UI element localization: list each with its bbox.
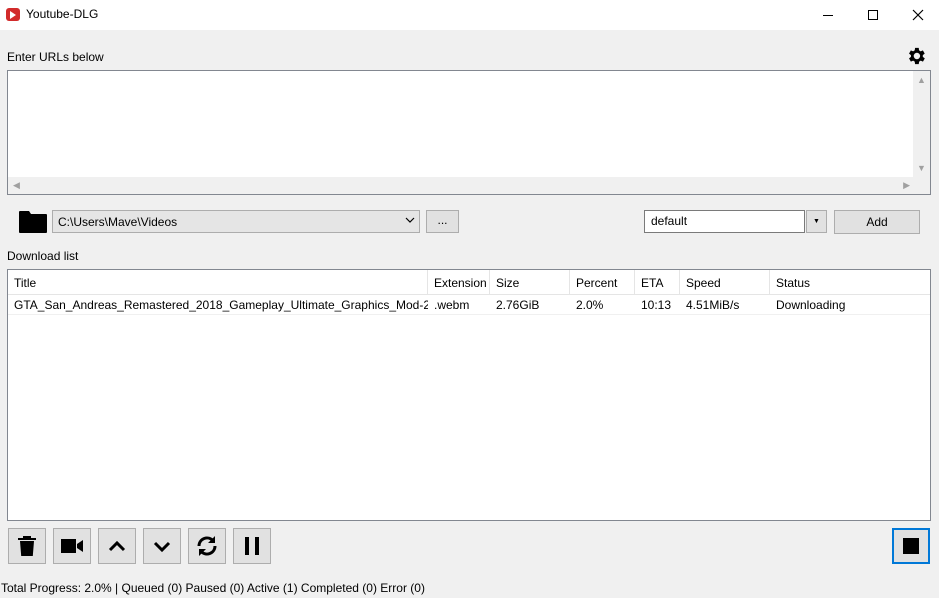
scroll-down-icon[interactable]: ▼ <box>917 163 926 173</box>
scroll-left-icon[interactable]: ◀ <box>13 180 20 191</box>
close-button[interactable] <box>895 0 939 30</box>
column-header-size[interactable]: Size <box>490 270 570 295</box>
move-up-button[interactable] <box>98 528 136 564</box>
horizontal-scrollbar[interactable]: ◀ ▶ <box>8 177 915 194</box>
browse-button[interactable]: ... <box>426 210 459 233</box>
maximize-button[interactable] <box>850 0 896 30</box>
title-bar: Youtube-DLG <box>0 0 939 30</box>
vertical-scrollbar[interactable]: ▲ ▼ <box>913 71 930 177</box>
scroll-up-icon[interactable]: ▲ <box>917 75 926 85</box>
maximize-icon <box>868 10 878 20</box>
urls-label: Enter URLs below <box>7 50 104 64</box>
chevron-down-icon <box>405 217 415 223</box>
column-header-eta[interactable]: ETA <box>635 270 680 295</box>
format-dropdown-button[interactable]: ▼ <box>806 210 827 233</box>
format-combobox[interactable]: default <box>644 210 805 233</box>
trash-icon <box>18 536 36 556</box>
minimize-button[interactable] <box>805 0 851 30</box>
save-path-value: C:\Users\Mave\Videos <box>58 215 178 229</box>
column-header-extension[interactable]: Extension <box>428 270 490 295</box>
list-header: Title Extension Size Percent ETA Speed S… <box>8 270 930 295</box>
pause-button[interactable] <box>233 528 271 564</box>
pause-icon <box>245 537 259 555</box>
arrow-down-icon <box>153 541 171 553</box>
delete-button[interactable] <box>8 528 46 564</box>
reload-icon <box>197 536 217 556</box>
column-header-status[interactable]: Status <box>770 270 930 295</box>
arrow-up-icon <box>108 540 126 552</box>
play-video-button[interactable] <box>53 528 91 564</box>
status-bar: Total Progress: 2.0% | Queued (0) Paused… <box>0 577 939 598</box>
minimize-icon <box>823 14 833 16</box>
close-icon <box>912 9 924 21</box>
save-path-dropdown[interactable]: C:\Users\Mave\Videos <box>52 210 420 233</box>
urls-text <box>8 71 930 79</box>
urls-textarea[interactable]: ▲ ▼ ◀ ▶ <box>7 70 931 195</box>
column-header-speed[interactable]: Speed <box>680 270 770 295</box>
app-logo-icon <box>6 8 20 21</box>
column-header-title[interactable]: Title <box>8 270 428 295</box>
video-camera-icon <box>61 539 83 553</box>
settings-gear-icon[interactable] <box>905 45 927 67</box>
cell-speed: 4.51MiB/s <box>686 298 740 312</box>
format-value: default <box>651 214 688 228</box>
folder-icon[interactable] <box>19 210 47 233</box>
cell-status: Downloading <box>776 298 846 312</box>
download-list[interactable]: Title Extension Size Percent ETA Speed S… <box>7 269 931 521</box>
cell-percent: 2.0% <box>576 298 604 312</box>
stop-button[interactable] <box>892 528 930 564</box>
cell-size: 2.76GiB <box>496 298 540 312</box>
status-text: Total Progress: 2.0% | Queued (0) Paused… <box>1 581 425 595</box>
reload-button[interactable] <box>188 528 226 564</box>
cell-eta: 10:13 <box>641 298 672 312</box>
scroll-corner <box>913 177 930 194</box>
dropdown-arrow-icon: ▼ <box>813 218 820 225</box>
download-list-label: Download list <box>7 249 79 263</box>
scroll-right-icon[interactable]: ▶ <box>903 180 910 191</box>
window-title: Youtube-DLG <box>26 7 99 21</box>
move-down-button[interactable] <box>143 528 181 564</box>
column-header-percent[interactable]: Percent <box>570 270 635 295</box>
add-button[interactable]: Add <box>834 210 920 234</box>
stop-icon <box>903 538 919 554</box>
table-row[interactable]: GTA_San_Andreas_Remastered_2018_Gameplay… <box>8 295 930 315</box>
cell-extension: .webm <box>434 298 470 312</box>
cell-title: GTA_San_Andreas_Remastered_2018_Gameplay… <box>14 298 428 312</box>
